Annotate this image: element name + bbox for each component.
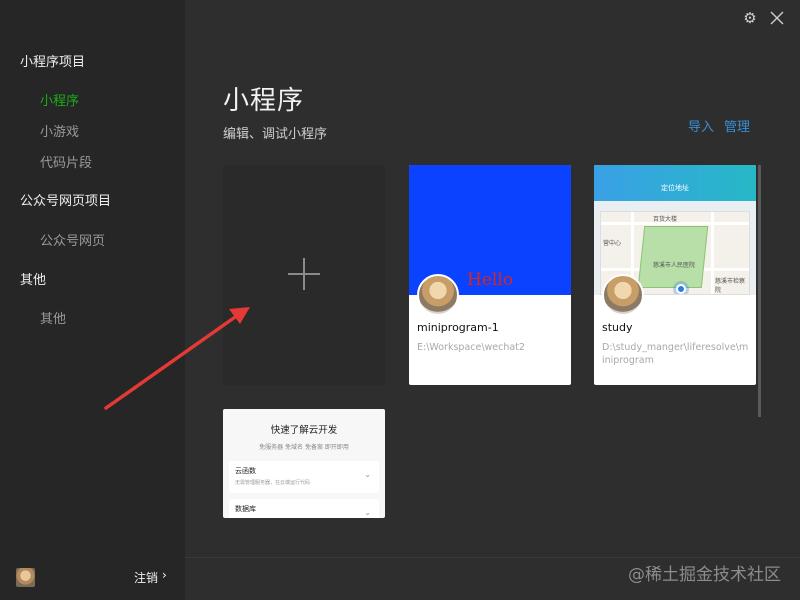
close-icon[interactable] xyxy=(768,9,786,27)
plus-icon-vertical xyxy=(303,258,305,290)
sidebar-footer: 注销 › xyxy=(0,556,185,600)
map-label: 慈溪市检察院 xyxy=(715,278,746,294)
project-card-miniprogram-1[interactable]: Hello miniprogram-1 E:\Workspace\wechat2 xyxy=(409,165,571,385)
sidebar-item-minigame[interactable]: 小游戏 xyxy=(40,121,79,140)
sidebar-item-code-snippets[interactable]: 代码片段 xyxy=(40,152,92,171)
project-path: E:\Workspace\wechat2 xyxy=(417,342,525,353)
gear-icon[interactable]: ⚙ xyxy=(742,10,758,26)
create-project-card[interactable] xyxy=(223,165,385,385)
cloud-row-desc: 无需管理服务器，在云端运行代码 xyxy=(235,480,311,486)
sidebar-item-miniprogram[interactable]: 小程序 xyxy=(40,90,79,109)
user-avatar[interactable] xyxy=(16,568,35,587)
cloud-card-title: 快速了解云开发 xyxy=(270,425,338,436)
project-avatar xyxy=(602,274,644,316)
sidebar-group-official-account: 公众号网页项目 xyxy=(20,194,112,209)
cloud-row-name: 云函数 xyxy=(235,467,256,475)
thumbnail-hello-text: Hello xyxy=(467,270,513,290)
page-title: 小程序 xyxy=(223,86,305,116)
project-name: study xyxy=(602,321,633,334)
manage-button[interactable]: 管理 xyxy=(724,116,750,135)
cloud-development-card[interactable]: 快速了解云开发 免服务器 免域名 免备案 即开即用 云函数 无需管理服务器，在云… xyxy=(223,409,385,518)
watermark: @稀土掘金技术社区 xyxy=(628,565,781,585)
sidebar: 小程序项目 小程序 小游戏 代码片段 公众号网页项目 公众号网页 其他 其他 注… xyxy=(0,0,185,600)
footer-divider xyxy=(185,557,800,558)
project-avatar xyxy=(417,274,459,316)
import-button[interactable]: 导入 xyxy=(688,116,714,135)
map-label: 慈溪市人民医院 xyxy=(653,262,696,269)
map-label: 营中心 xyxy=(603,240,622,247)
map-header: 定位地址 xyxy=(594,165,756,201)
map-header-text: 定位地址 xyxy=(661,184,689,192)
page-subtitle: 编辑、调试小程序 xyxy=(223,127,328,142)
project-card-study[interactable]: 定位地址 百货大楼 营中心 慈溪市人民医院 慈溪市检察院 study D:\st… xyxy=(594,165,756,385)
cloud-row-database[interactable]: 数据库 ⌄ xyxy=(229,499,379,518)
sidebar-item-other[interactable]: 其他 xyxy=(40,308,66,327)
sidebar-item-official-account-web[interactable]: 公众号网页 xyxy=(40,230,105,249)
chevron-down-icon: ⌄ xyxy=(364,470,371,479)
sidebar-group-other: 其他 xyxy=(20,273,47,288)
cloud-card-subtitle: 免服务器 免域名 免备案 即开即用 xyxy=(259,444,349,451)
location-pin-icon xyxy=(676,284,686,294)
cloud-row-name: 数据库 xyxy=(235,505,256,513)
chevron-down-icon: ⌄ xyxy=(364,508,371,517)
project-name: miniprogram-1 xyxy=(417,321,499,334)
logout-button[interactable]: 注销 xyxy=(134,569,158,586)
map-park xyxy=(637,226,709,288)
chevron-right-icon[interactable]: › xyxy=(162,568,167,582)
scrollbar[interactable] xyxy=(758,165,761,417)
cloud-row-functions[interactable]: 云函数 无需管理服务器，在云端运行代码 ⌄ xyxy=(229,461,379,493)
sidebar-group-miniprogram-projects: 小程序项目 xyxy=(20,55,86,70)
map-label: 百货大楼 xyxy=(653,216,678,223)
project-path: D:\study_manger\liferesolve\miniprogram xyxy=(602,342,749,366)
main-panel: ⚙ 小程序 编辑、调试小程序 导入 管理 Hello miniprogram-1… xyxy=(185,0,800,600)
